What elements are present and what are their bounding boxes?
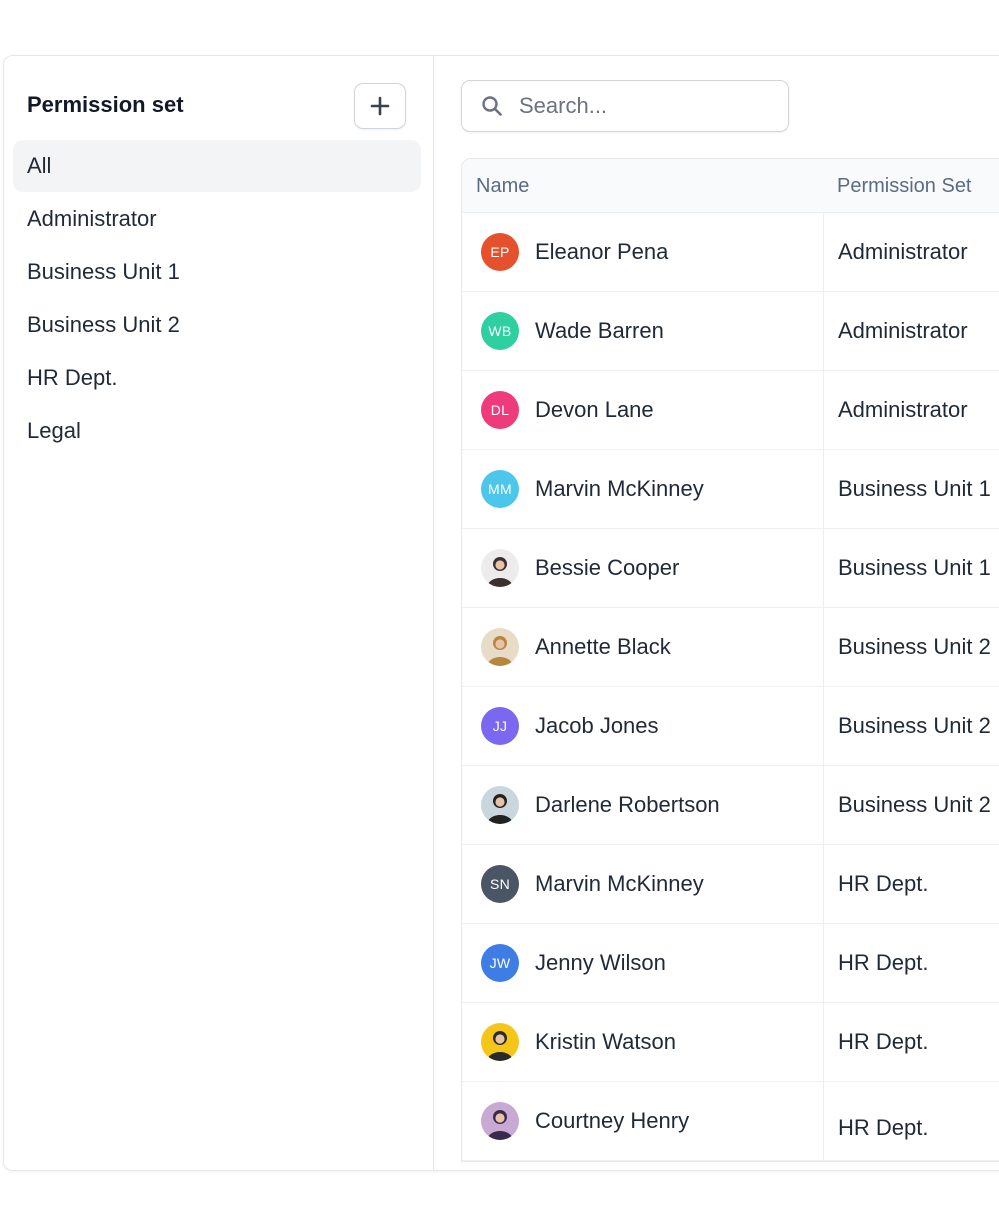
permission-set-value: Administrator [838, 397, 968, 422]
permission-set-value: Business Unit 1 [838, 476, 991, 501]
user-name: Kristin Watson [535, 1029, 677, 1054]
user-name: Wade Barren [535, 318, 664, 343]
table-row[interactable]: WB Wade Barren Administrator [462, 292, 999, 371]
user-name: Devon Lane [535, 397, 654, 422]
person-photo-icon [487, 557, 513, 587]
avatar: SN [481, 865, 519, 903]
sidebar-item-administrator[interactable]: Administrator [13, 193, 421, 245]
permission-set-sidebar: Permission set All Administrator Business … [4, 56, 434, 1170]
table-header: Name Permission Set [462, 159, 999, 213]
avatar: EP [481, 233, 519, 271]
users-table: Name Permission Set EP Eleanor Pena Admini… [461, 158, 999, 1162]
user-name: Courtney Henry [535, 1108, 690, 1133]
avatar: JJ [481, 707, 519, 745]
table-row[interactable]: Kristin Watson HR Dept. [462, 1003, 999, 1082]
sidebar-item-business-unit-1[interactable]: Business Unit 1 [13, 246, 421, 298]
column-header-permission-set[interactable]: Permission Set [837, 159, 972, 212]
user-name: Annette Black [535, 634, 671, 659]
sidebar-item-hr-dept[interactable]: HR Dept. [13, 352, 421, 404]
avatar [481, 1102, 519, 1140]
person-photo-icon [487, 636, 513, 666]
main-panel: Name Permission Set EP Eleanor Pena Admini… [434, 56, 999, 1170]
sidebar-title: Permission set [27, 92, 184, 117]
user-name: Jenny Wilson [535, 950, 666, 975]
table-body: EP Eleanor Pena Administrator WB Wade Barren… [462, 213, 999, 1161]
permission-set-value: Business Unit 2 [838, 713, 991, 738]
user-name: Marvin McKinney [535, 871, 704, 896]
avatar [481, 628, 519, 666]
avatar: JW [481, 944, 519, 982]
sidebar-item-all[interactable]: All [13, 140, 421, 192]
avatar [481, 786, 519, 824]
column-header-name[interactable]: Name [476, 159, 529, 212]
plus-icon [370, 96, 390, 116]
user-name: Darlene Robertson [535, 792, 720, 817]
sidebar-item-business-unit-2[interactable]: Business Unit 2 [13, 299, 421, 351]
permission-set-value: HR Dept. [838, 871, 929, 896]
permission-set-value: HR Dept. [838, 950, 929, 975]
permission-set-value: Administrator [838, 318, 968, 343]
table-row[interactable]: Courtney Henry HR Dept. [462, 1082, 999, 1161]
user-name: Marvin McKinney [535, 476, 704, 501]
table-row[interactable]: SN Marvin McKinney HR Dept. [462, 845, 999, 924]
permission-set-value: HR Dept. [838, 1029, 929, 1054]
avatar [481, 1023, 519, 1061]
person-photo-icon [487, 1110, 513, 1140]
table-row[interactable]: DL Devon Lane Administrator [462, 371, 999, 450]
user-name: Bessie Cooper [535, 555, 680, 580]
add-permission-set-button[interactable] [354, 83, 406, 129]
table-row[interactable]: JW Jenny Wilson HR Dept. [462, 924, 999, 1003]
permission-set-value: HR Dept. [838, 1115, 929, 1140]
person-photo-icon [487, 1031, 513, 1061]
search-box[interactable] [461, 80, 789, 132]
table-row[interactable]: JJ Jacob Jones Business Unit 2 [462, 687, 999, 766]
permission-set-list: All Administrator Business Unit 1 Business … [13, 140, 421, 458]
table-row[interactable]: Darlene Robertson Business Unit 2 [462, 766, 999, 845]
permission-set-value: Business Unit 1 [838, 555, 991, 580]
table-row[interactable]: Annette Black Business Unit 2 [462, 608, 999, 687]
avatar: DL [481, 391, 519, 429]
user-name: Jacob Jones [535, 713, 659, 738]
search-icon [482, 96, 502, 116]
table-row[interactable]: EP Eleanor Pena Administrator [462, 213, 999, 292]
table-row[interactable]: Bessie Cooper Business Unit 1 [462, 529, 999, 608]
avatar [481, 549, 519, 587]
avatar: WB [481, 312, 519, 350]
permission-set-value: Business Unit 2 [838, 634, 991, 659]
permission-set-value: Administrator [838, 239, 968, 264]
user-name: Eleanor Pena [535, 239, 669, 264]
table-row[interactable]: MM Marvin McKinney Business Unit 1 [462, 450, 999, 529]
sidebar-item-legal[interactable]: Legal [13, 405, 421, 457]
search-input[interactable] [517, 81, 781, 131]
permission-set-value: Business Unit 2 [838, 792, 991, 817]
permissions-card: Permission set All Administrator Business … [3, 55, 999, 1171]
person-photo-icon [487, 794, 513, 824]
avatar: MM [481, 470, 519, 508]
